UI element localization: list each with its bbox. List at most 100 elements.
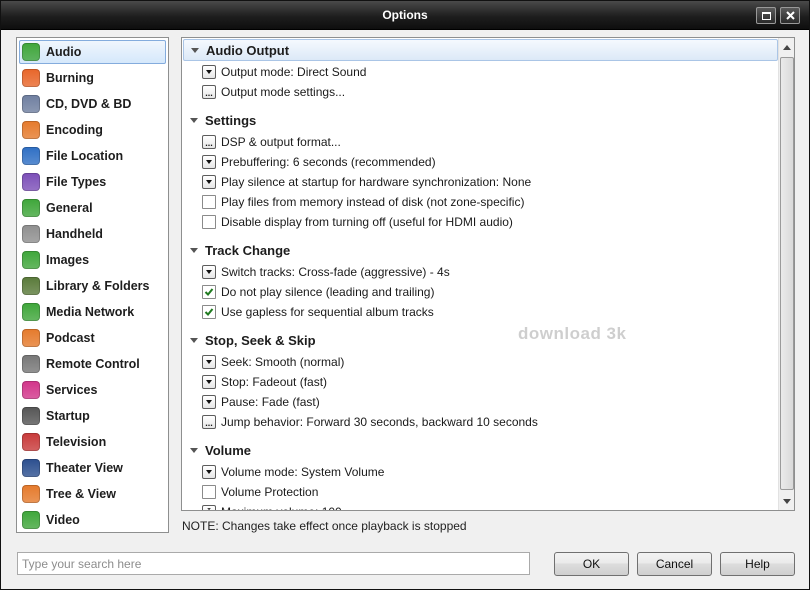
setting-label: Play files from memory instead of disk (… [221, 195, 525, 209]
ellipsis-icon[interactable]: ... [202, 85, 216, 99]
ellipsis-icon[interactable]: ... [202, 135, 216, 149]
sidebar-item-podcast[interactable]: Podcast [19, 326, 166, 350]
sidebar-item-general[interactable]: General [19, 196, 166, 220]
sidebar-item-video[interactable]: Video [19, 508, 166, 532]
collapse-arrow-icon[interactable] [190, 247, 198, 253]
dropdown-arrow-icon[interactable] [202, 155, 216, 169]
setting-label: Pause: Fade (fast) [221, 395, 320, 409]
section-title: Volume [205, 442, 251, 458]
setting-option[interactable]: I Maximum volume: 100 [202, 503, 342, 510]
handheld-icon [22, 225, 40, 243]
maximize-icon [761, 11, 771, 20]
setting-label: Disable display from turning off (useful… [221, 215, 513, 229]
sidebar-item-television[interactable]: Television [19, 430, 166, 454]
collapse-arrow-icon[interactable] [190, 337, 198, 343]
dropdown-arrow-icon[interactable] [202, 395, 216, 409]
dropdown-arrow-icon[interactable] [202, 265, 216, 279]
tree-view-icon [22, 485, 40, 503]
startup-icon [22, 407, 40, 425]
setting-label: Volume mode: System Volume [221, 465, 385, 479]
sidebar-item-audio[interactable]: Audio [19, 40, 166, 64]
maximize-button[interactable] [756, 7, 776, 24]
setting-option[interactable]: ... Jump behavior: Forward 30 seconds, ba… [202, 413, 538, 431]
section-header[interactable]: Settings [183, 109, 778, 131]
checkbox[interactable] [202, 485, 216, 499]
setting-label: Jump behavior: Forward 30 seconds, backw… [221, 415, 538, 429]
sidebar-item-file-types[interactable]: File Types [19, 170, 166, 194]
setting-option[interactable]: Seek: Smooth (normal) [202, 353, 344, 371]
section-header[interactable]: Volume [183, 439, 778, 461]
close-button[interactable] [780, 7, 800, 24]
scrollbar-thumb[interactable] [780, 57, 794, 490]
setting-option[interactable]: ... DSP & output format... [202, 133, 341, 151]
sidebar-item-file-location[interactable]: File Location [19, 144, 166, 168]
setting-option[interactable]: Do not play silence (leading and trailin… [202, 283, 434, 301]
dropdown-arrow-icon[interactable] [202, 375, 216, 389]
setting-option[interactable]: Stop: Fadeout (fast) [202, 373, 327, 391]
sidebar-item-label: Burning [46, 71, 94, 85]
sidebar-item-theater-view[interactable]: Theater View [19, 456, 166, 480]
collapse-arrow-icon[interactable] [190, 117, 198, 123]
setting-label: Stop: Fadeout (fast) [221, 375, 328, 389]
scroll-down-icon[interactable] [779, 493, 794, 509]
section-title: Settings [205, 112, 257, 128]
setting-option[interactable]: Switch tracks: Cross-fade (aggressive) -… [202, 263, 450, 281]
setting-label: Output mode: Direct Sound [221, 65, 367, 79]
checkbox[interactable] [202, 215, 216, 229]
setting-option[interactable]: Volume Protection [202, 483, 318, 501]
dropdown-arrow-icon[interactable] [202, 465, 216, 479]
checkbox[interactable] [202, 305, 216, 319]
vertical-scrollbar[interactable] [778, 38, 794, 510]
section-header[interactable]: Audio Output [183, 39, 778, 61]
sidebar-item-label: Tree & View [46, 487, 116, 501]
setting-option[interactable]: Play silence at startup for hardware syn… [202, 173, 531, 191]
setting-option[interactable]: Volume mode: System Volume [202, 463, 384, 481]
sidebar-item-label: General [46, 201, 93, 215]
sidebar-item-label: Podcast [46, 331, 95, 345]
cancel-button[interactable]: Cancel [637, 552, 712, 576]
setting-label: Use gapless for sequential album tracks [221, 305, 434, 319]
sidebar-item-library[interactable]: Library & Folders [19, 274, 166, 298]
sidebar-item-startup[interactable]: Startup [19, 404, 166, 428]
search-input[interactable] [17, 552, 530, 575]
setting-option[interactable]: Pause: Fade (fast) [202, 393, 320, 411]
sidebar-item-remote-control[interactable]: Remote Control [19, 352, 166, 376]
sidebar-item-encoding[interactable]: Encoding [19, 118, 166, 142]
checkbox[interactable] [202, 285, 216, 299]
sidebar-item-handheld[interactable]: Handheld [19, 222, 166, 246]
sidebar-item-tree-view[interactable]: Tree & View [19, 482, 166, 506]
sidebar-item-label: Handheld [46, 227, 103, 241]
dropdown-arrow-icon[interactable] [202, 65, 216, 79]
sidebar-item-media-network[interactable]: Media Network [19, 300, 166, 324]
setting-option[interactable]: Play files from memory instead of disk (… [202, 193, 524, 211]
sidebar-item-burning[interactable]: Burning [19, 66, 166, 90]
section-header[interactable]: Stop, Seek & Skip [183, 329, 778, 351]
ellipsis-icon[interactable]: ... [202, 415, 216, 429]
setting-label: Seek: Smooth (normal) [221, 355, 345, 369]
sidebar-item-services[interactable]: Services [19, 378, 166, 402]
playback-note: NOTE: Changes take effect once playback … [182, 519, 467, 533]
text-edit-icon[interactable]: I [202, 505, 216, 510]
ok-button[interactable]: OK [554, 552, 629, 576]
sidebar-item-images[interactable]: Images [19, 248, 166, 272]
title-bar[interactable]: Options [1, 1, 809, 30]
setting-option[interactable]: ... Output mode settings... [202, 83, 345, 101]
sidebar-item-label: Video [46, 513, 80, 527]
general-icon [22, 199, 40, 217]
setting-option[interactable]: Use gapless for sequential album tracks [202, 303, 434, 321]
burning-icon [22, 69, 40, 87]
setting-label: Prebuffering: 6 seconds (recommended) [221, 155, 436, 169]
setting-option[interactable]: Disable display from turning off (useful… [202, 213, 513, 231]
sidebar-item-label: CD, DVD & BD [46, 97, 132, 111]
checkbox[interactable] [202, 195, 216, 209]
scroll-up-icon[interactable] [779, 39, 794, 55]
dropdown-arrow-icon[interactable] [202, 175, 216, 189]
section-header[interactable]: Track Change [183, 239, 778, 261]
collapse-arrow-icon[interactable] [190, 447, 198, 453]
collapse-arrow-icon[interactable] [191, 47, 199, 53]
setting-option[interactable]: Output mode: Direct Sound [202, 63, 366, 81]
sidebar-item-disc[interactable]: CD, DVD & BD [19, 92, 166, 116]
help-button[interactable]: Help [720, 552, 795, 576]
setting-option[interactable]: Prebuffering: 6 seconds (recommended) [202, 153, 436, 171]
dropdown-arrow-icon[interactable] [202, 355, 216, 369]
